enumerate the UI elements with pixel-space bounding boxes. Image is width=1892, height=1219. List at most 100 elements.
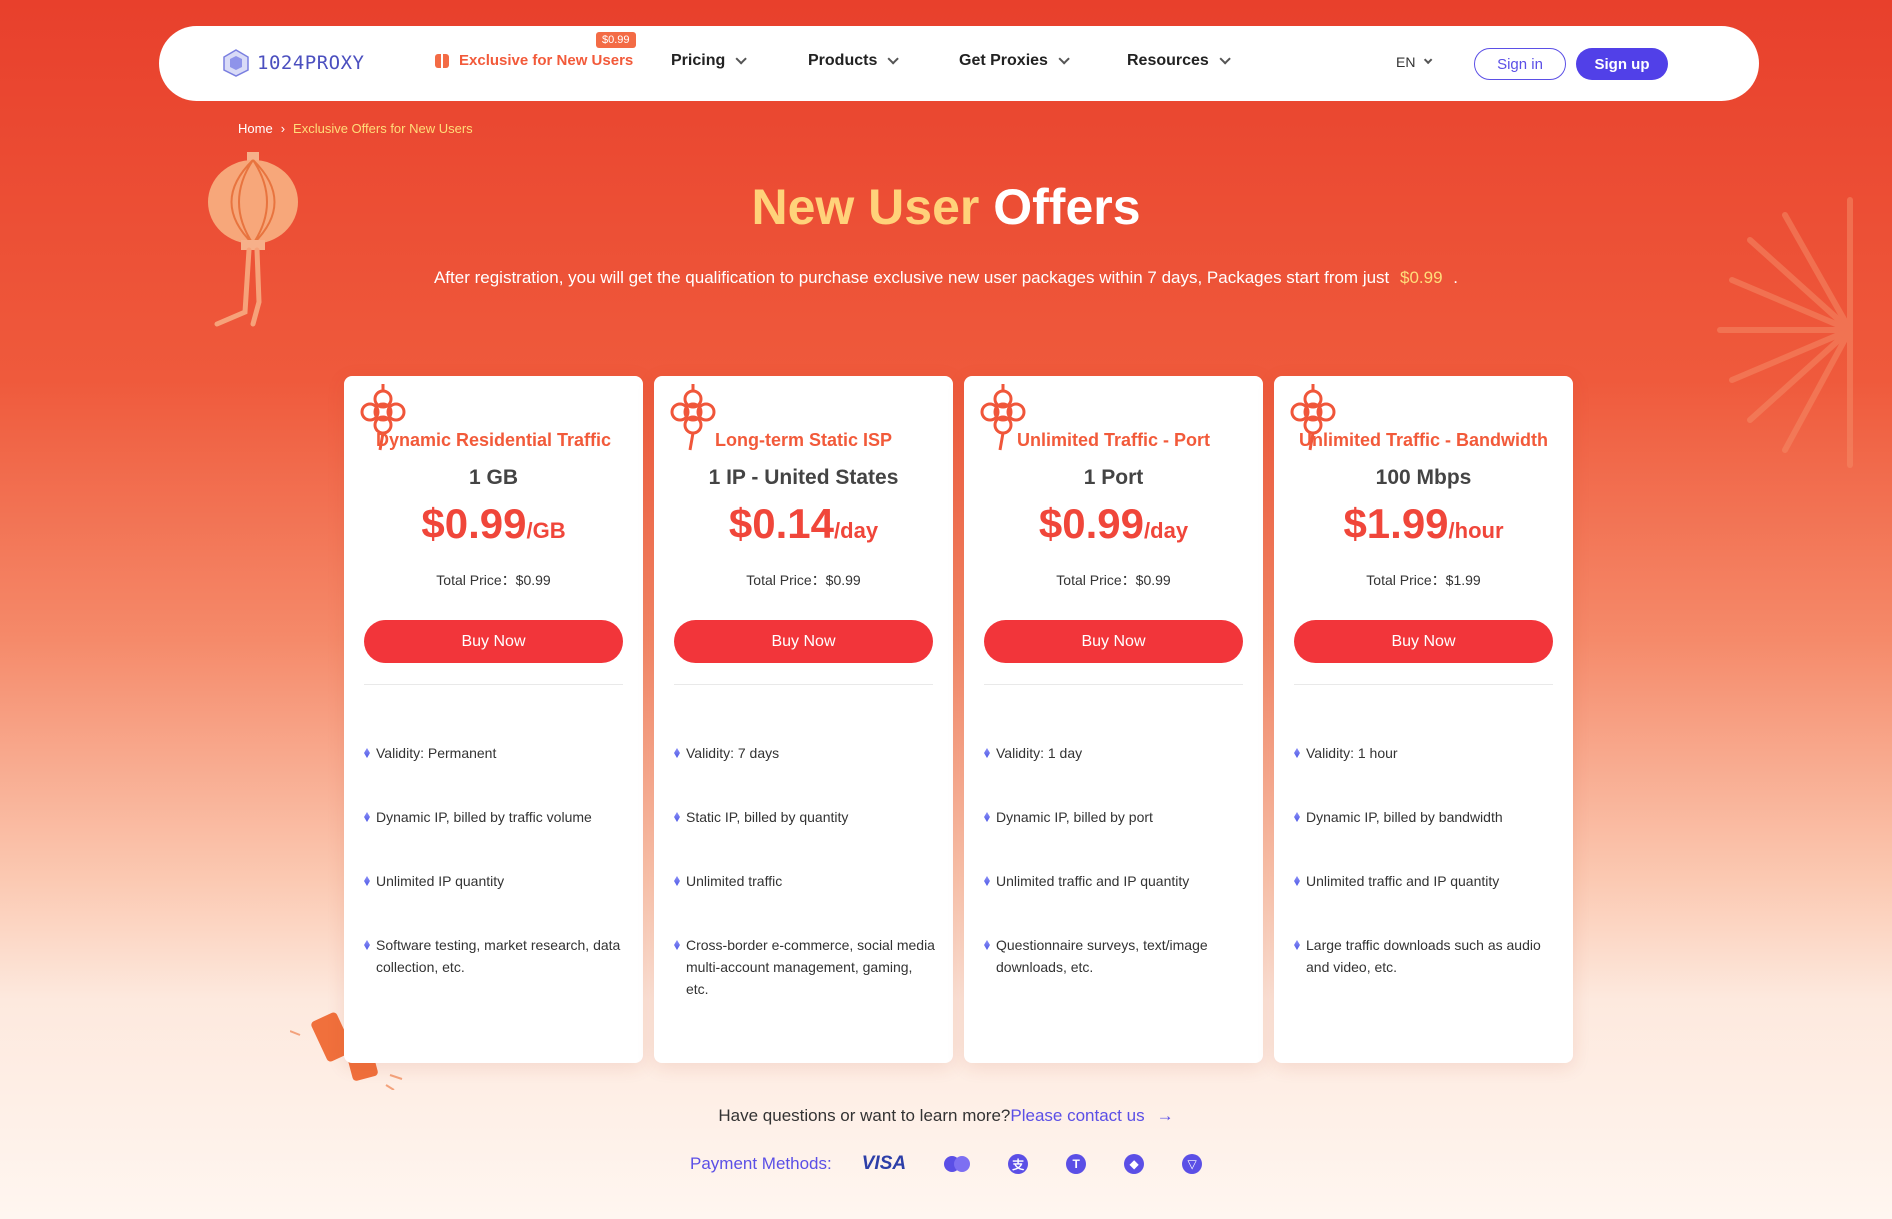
nav-get-proxies-label: Get Proxies bbox=[959, 52, 1048, 69]
feature-text: Validity: 1 day bbox=[996, 745, 1083, 761]
feature-text: Software testing, market research, data … bbox=[376, 937, 621, 975]
offer-title: Unlimited Traffic - Bandwidth bbox=[1298, 430, 1548, 450]
offer-total-price: Total Price：$0.99 bbox=[436, 572, 551, 588]
buy-now-button[interactable]: Buy Now bbox=[984, 620, 1243, 663]
feature-item: Unlimited IP quantity bbox=[364, 870, 626, 934]
nav-pricing[interactable]: Pricing bbox=[671, 52, 748, 70]
feature-text: Static IP, billed by quantity bbox=[686, 809, 849, 825]
logo-icon bbox=[223, 49, 249, 77]
feature-text: Validity: 1 hour bbox=[1306, 745, 1398, 761]
diamond-bullet-icon bbox=[984, 940, 990, 950]
diamond-bullet-icon bbox=[984, 748, 990, 758]
page-title: New User Offers bbox=[0, 178, 1892, 236]
buy-now-button[interactable]: Buy Now bbox=[674, 620, 933, 663]
nav-products-label: Products bbox=[808, 52, 878, 69]
alipay-icon: 支 bbox=[1008, 1154, 1029, 1174]
divider bbox=[674, 684, 933, 685]
page-title-highlight: New User bbox=[751, 179, 980, 235]
mastercard-icon bbox=[944, 1156, 971, 1172]
feature-list: Validity: 7 days Static IP, billed by qu… bbox=[674, 742, 936, 998]
offer-title: Long-term Static ISP bbox=[714, 430, 893, 450]
offer-price-unit: /day bbox=[834, 518, 879, 543]
offer-price-unit: /hour bbox=[1448, 518, 1504, 543]
nav-resources[interactable]: Resources bbox=[1127, 52, 1231, 70]
payment-methods: Payment Methods: VISA 支 T ◆ ▽ bbox=[690, 1153, 1240, 1175]
page-title-rest: Offers bbox=[993, 179, 1141, 235]
offer-price: $0.14/day bbox=[654, 500, 953, 548]
nav-resources-label: Resources bbox=[1127, 52, 1209, 69]
contact-line: Have questions or want to learn more?Ple… bbox=[0, 1106, 1892, 1126]
offer-price-amount: $0.14 bbox=[728, 500, 835, 547]
divider bbox=[1294, 684, 1553, 685]
contact-question: Have questions or want to learn more? bbox=[718, 1106, 1011, 1125]
offer-price-unit: /GB bbox=[526, 518, 566, 543]
buy-now-button[interactable]: Buy Now bbox=[1294, 620, 1553, 663]
feature-text: Unlimited traffic bbox=[686, 873, 783, 889]
offer-price-amount: $1.99 bbox=[1343, 500, 1449, 547]
nav-pricing-label: Pricing bbox=[671, 52, 726, 69]
offer-card: Dynamic Residential Traffic 1 GB $0.99/G… bbox=[344, 376, 643, 1063]
feature-text: Large traffic downloads such as audio an… bbox=[1306, 937, 1541, 975]
feature-item: Unlimited traffic and IP quantity bbox=[1294, 870, 1556, 934]
offer-price: $0.99/day bbox=[964, 500, 1263, 548]
diamond-bullet-icon bbox=[1294, 876, 1300, 886]
feature-item: Validity: 1 hour bbox=[1294, 742, 1556, 806]
payment-methods-label: Payment Methods: bbox=[690, 1154, 832, 1173]
page-subtitle-price: $0.99 bbox=[1400, 268, 1443, 287]
language-label: EN bbox=[1396, 54, 1416, 70]
divider bbox=[364, 684, 623, 685]
offer-card: Long-term Static ISP 1 IP - United State… bbox=[654, 376, 953, 1063]
feature-item: Software testing, market research, data … bbox=[364, 934, 626, 998]
feature-item: Static IP, billed by quantity bbox=[674, 806, 936, 870]
breadcrumb-home[interactable]: Home bbox=[238, 121, 273, 136]
feature-text: Unlimited IP quantity bbox=[376, 873, 505, 889]
feature-item: Unlimited traffic and IP quantity bbox=[984, 870, 1246, 934]
feature-item: Unlimited traffic bbox=[674, 870, 936, 934]
feature-text: Questionnaire surveys, text/image downlo… bbox=[996, 937, 1208, 975]
divider bbox=[984, 684, 1243, 685]
signup-button[interactable]: Sign up bbox=[1576, 48, 1668, 80]
page-subtitle: After registration, you will get the qua… bbox=[0, 268, 1892, 288]
feature-text: Dynamic IP, billed by port bbox=[996, 809, 1153, 825]
page-subtitle-text: After registration, you will get the qua… bbox=[433, 268, 1390, 287]
offer-price-unit: /day bbox=[1144, 518, 1189, 543]
logo[interactable]: 1024PROXY bbox=[221, 48, 364, 78]
offer-title: Unlimited Traffic - Port bbox=[1016, 430, 1211, 450]
feature-text: Unlimited traffic and IP quantity bbox=[996, 873, 1190, 889]
offer-total-price: Total Price：$1.99 bbox=[1366, 572, 1481, 588]
chevron-down-icon bbox=[1058, 53, 1070, 65]
top-navbar: 1024PROXY Exclusive for New Users $0.99 … bbox=[159, 26, 1759, 101]
diamond-bullet-icon bbox=[674, 748, 680, 758]
feature-item: Dynamic IP, billed by traffic volume bbox=[364, 806, 626, 870]
feature-item: Cross-border e-commerce, social media mu… bbox=[674, 934, 936, 998]
offer-card: Unlimited Traffic - Port 1 Port $0.99/da… bbox=[964, 376, 1263, 1063]
gift-icon bbox=[435, 53, 449, 68]
diamond-bullet-icon bbox=[364, 748, 370, 758]
signin-button[interactable]: Sign in bbox=[1474, 48, 1566, 80]
feature-list: Validity: Permanent Dynamic IP, billed b… bbox=[364, 742, 626, 998]
chevron-down-icon bbox=[1424, 55, 1433, 65]
diamond-bullet-icon bbox=[364, 940, 370, 950]
arrow-right-icon[interactable]: → bbox=[1157, 1106, 1174, 1126]
feature-item: Large traffic downloads such as audio an… bbox=[1294, 934, 1556, 998]
offer-price: $0.99/GB bbox=[344, 500, 643, 548]
buy-now-button[interactable]: Buy Now bbox=[364, 620, 623, 663]
feature-text: Dynamic IP, billed by traffic volume bbox=[376, 809, 592, 825]
contact-us-link[interactable]: Please contact us bbox=[1010, 1106, 1144, 1125]
offer-title: Dynamic Residential Traffic bbox=[375, 430, 612, 450]
logo-text: 1024PROXY bbox=[257, 52, 365, 74]
ethereum-icon: ◆ bbox=[1124, 1154, 1145, 1174]
offer-quantity: 1 GB bbox=[468, 466, 518, 489]
breadcrumb-separator-icon: › bbox=[280, 121, 286, 136]
nav-products[interactable]: Products bbox=[808, 52, 900, 70]
tether-icon: T bbox=[1066, 1154, 1087, 1174]
nav-exclusive-new-users[interactable]: Exclusive for New Users bbox=[435, 52, 633, 69]
offer-total-price: Total Price：$0.99 bbox=[746, 572, 861, 588]
offer-price-amount: $0.99 bbox=[421, 500, 527, 547]
diamond-bullet-icon bbox=[674, 876, 680, 886]
nav-get-proxies[interactable]: Get Proxies bbox=[959, 52, 1070, 70]
diamond-bullet-icon bbox=[364, 812, 370, 822]
feature-text: Validity: 7 days bbox=[686, 745, 780, 761]
language-selector[interactable]: EN bbox=[1396, 54, 1433, 70]
chevron-down-icon bbox=[735, 53, 748, 65]
